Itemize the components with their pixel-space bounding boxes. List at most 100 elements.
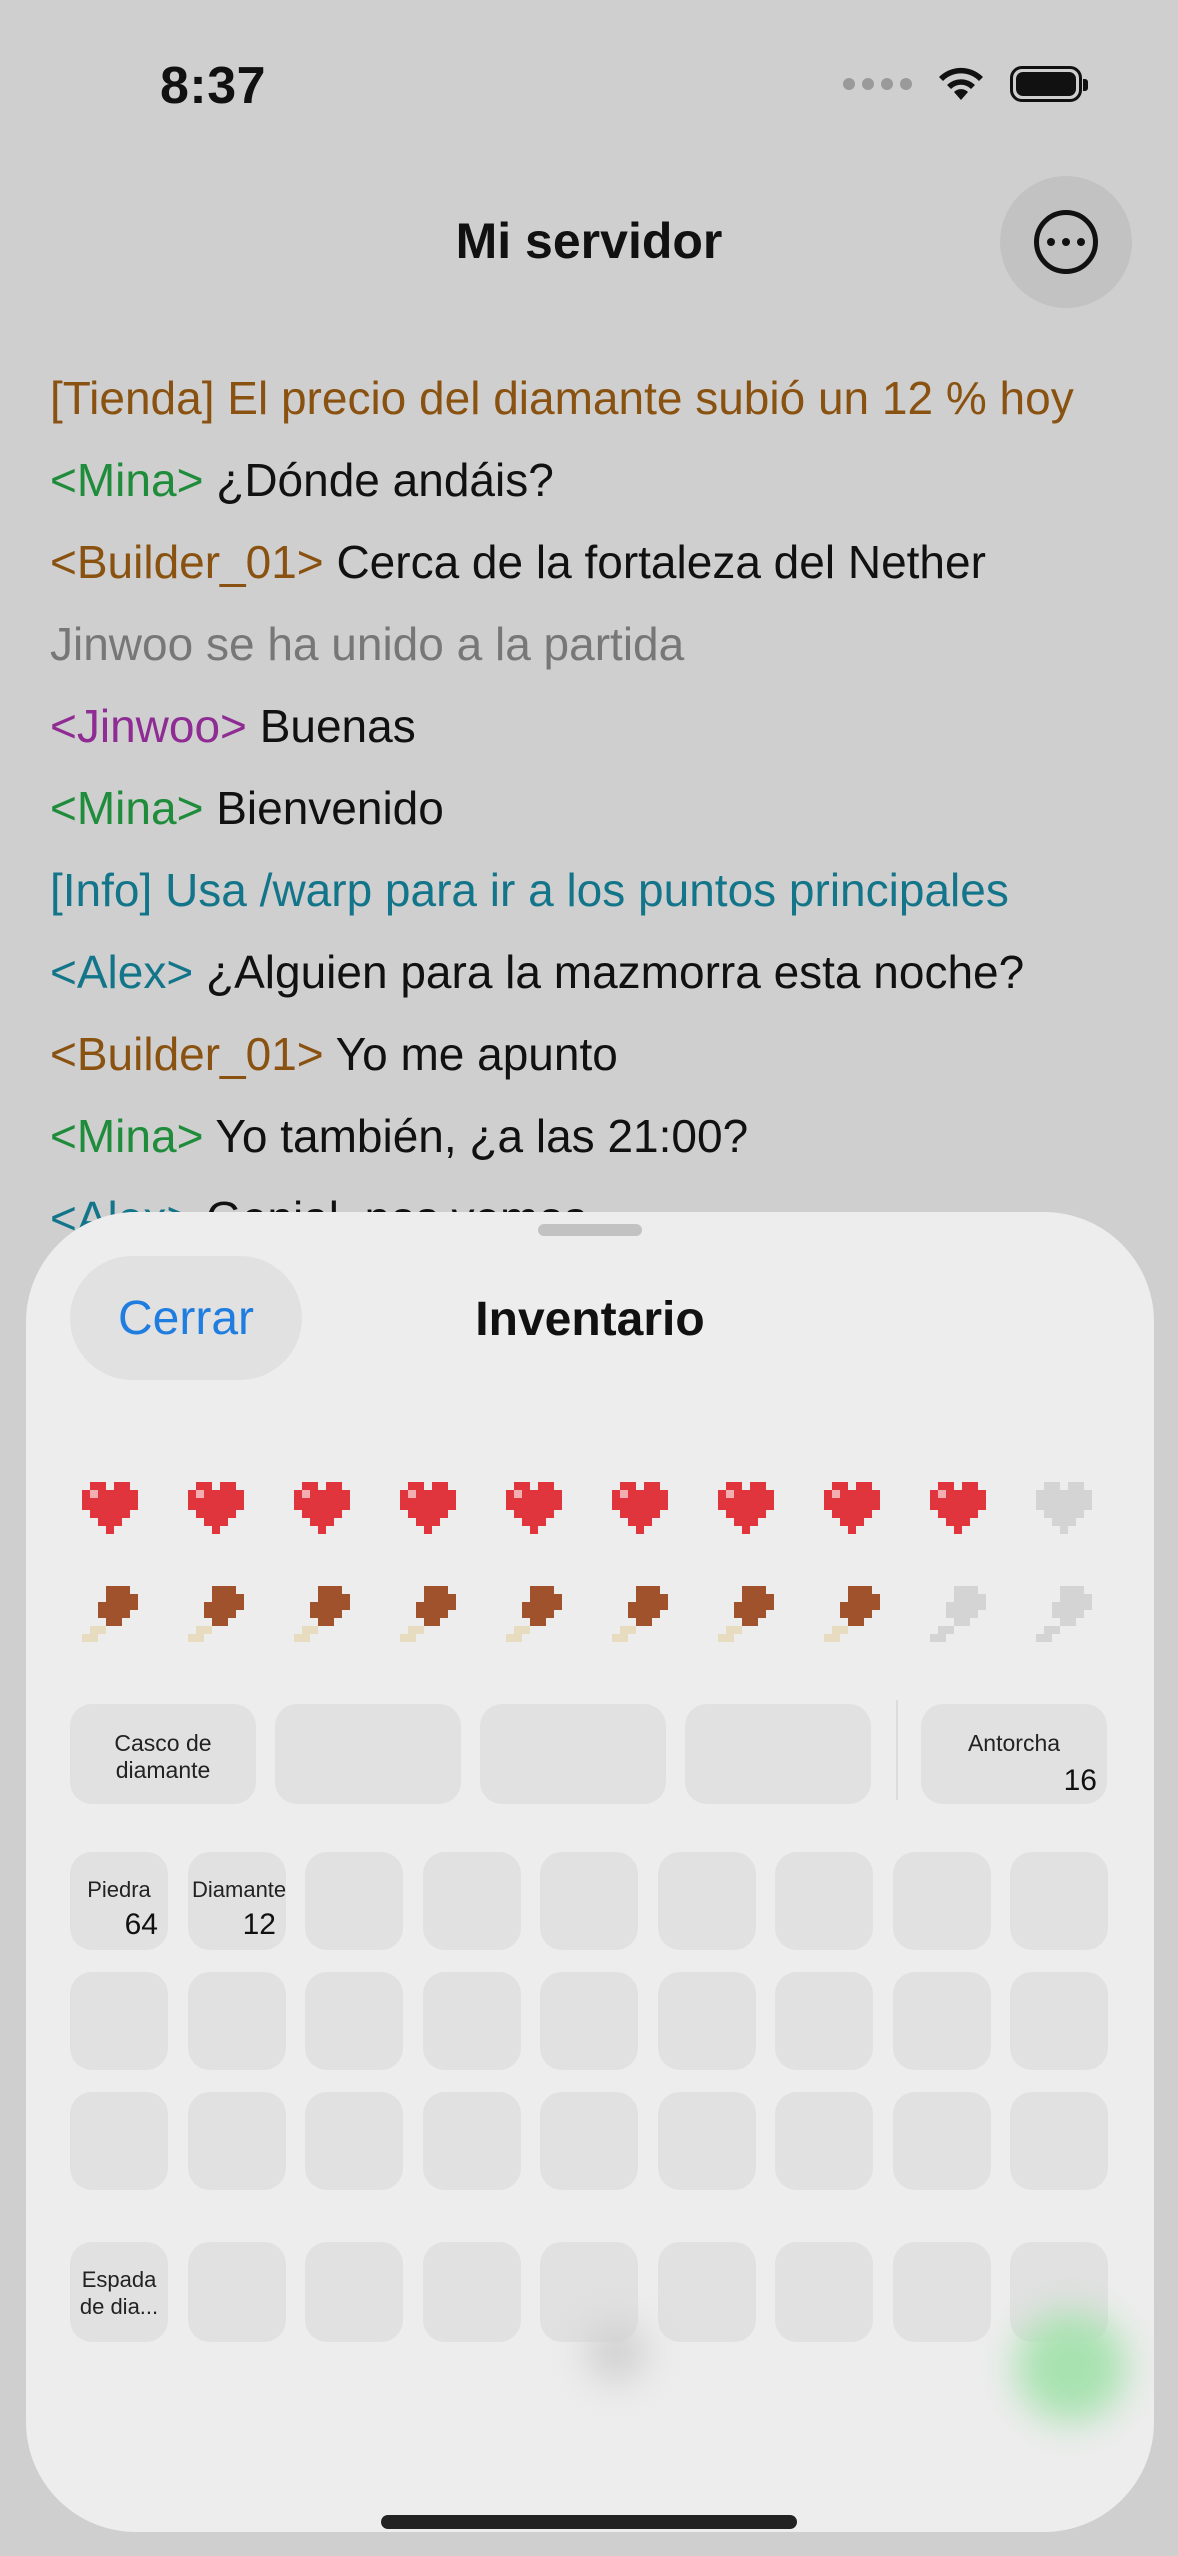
heart-icon: [718, 1482, 774, 1534]
inventory-slot[interactable]: [423, 1852, 521, 1950]
chat-line: <Alex> ¿Alguien para la mazmorra esta no…: [50, 944, 1150, 1026]
inventory-slot[interactable]: [540, 2092, 638, 2190]
blurred-background-element: [586, 2322, 646, 2382]
inventory-slot[interactable]: [775, 1972, 873, 2070]
heart-icon: [188, 1482, 244, 1534]
drumstick-icon: [612, 1586, 668, 1642]
heart-icon: [294, 1482, 350, 1534]
chat-log: [Tienda] El precio del diamante subió un…: [50, 370, 1150, 1272]
chat-sender: [Tienda]: [50, 372, 228, 424]
chat-line: <Builder_01> Yo me apunto: [50, 1026, 1150, 1108]
chat-line: Jinwoo se ha unido a la partida: [50, 616, 1150, 698]
chat-line: <Builder_01> Cerca de la fortaleza del N…: [50, 534, 1150, 616]
inventory-slot[interactable]: [775, 1852, 873, 1950]
drumstick-icon: [188, 1586, 244, 1642]
inventory-slot[interactable]: [1010, 1852, 1108, 1950]
inventory-slot[interactable]: [658, 2092, 756, 2190]
item-name: Piedra: [87, 1877, 151, 1902]
hotbar-slot[interactable]: [423, 2242, 521, 2342]
inventory-slot[interactable]: [70, 1972, 168, 2070]
more-button[interactable]: [1000, 176, 1132, 308]
hotbar-slot[interactable]: Espada de dia...: [70, 2242, 168, 2342]
inventory-slot[interactable]: Piedra 64: [70, 1852, 168, 1950]
hunger-bar: [74, 1578, 1100, 1650]
item-name: Casco de diamante: [114, 1730, 212, 1783]
item-count: 16: [1063, 1764, 1097, 1797]
armor-slot[interactable]: [480, 1704, 666, 1804]
hotbar-slot[interactable]: [893, 2242, 991, 2342]
chat-sender: [Info]: [50, 864, 166, 916]
inventory-slot[interactable]: [893, 1972, 991, 2070]
heart-icon: [824, 1482, 880, 1534]
chat-message: Yo también, ¿a las 21:00?: [203, 1110, 749, 1162]
inventory-slot[interactable]: [775, 2092, 873, 2190]
inventory-sheet: Cerrar Inventario Casco de diamante Antor…: [26, 1212, 1154, 2532]
armor-slot[interactable]: [275, 1704, 461, 1804]
status-time: 8:37: [160, 57, 267, 115]
hotbar-slot[interactable]: [305, 2242, 403, 2342]
inventory-slot[interactable]: [540, 1852, 638, 1950]
inventory-slot[interactable]: [305, 2092, 403, 2190]
item-count: 12: [242, 1908, 276, 1941]
inventory-slot[interactable]: Diamante 12: [188, 1852, 286, 1950]
item-name: Antorcha: [967, 1730, 1061, 1756]
drumstick-empty-icon: [930, 1586, 986, 1642]
inventory-slot[interactable]: [893, 1852, 991, 1950]
drumstick-icon: [294, 1586, 350, 1642]
drumstick-icon: [506, 1586, 562, 1642]
chat-message: Bienvenido: [203, 782, 444, 834]
drumstick-icon: [718, 1586, 774, 1642]
chat-sender: <Mina>: [50, 454, 204, 506]
chat-line: [Tienda] El precio del diamante subió un…: [50, 370, 1150, 452]
chat-line: <Jinwoo> Buenas: [50, 698, 1150, 780]
hotbar-slot[interactable]: [775, 2242, 873, 2342]
chat-line: <Mina> Bienvenido: [50, 780, 1150, 862]
chat-sender: <Mina>: [50, 782, 204, 834]
wifi-icon: [939, 67, 983, 100]
battery-icon: [1010, 66, 1088, 102]
chat-message: ¿Alguien para la mazmorra esta noche?: [193, 946, 1025, 998]
home-indicator: [381, 2515, 797, 2529]
inventory-slot[interactable]: [70, 2092, 168, 2190]
inventory-slot[interactable]: [658, 1972, 756, 2070]
inventory-slot[interactable]: [305, 1852, 403, 1950]
heart-icon: [400, 1482, 456, 1534]
inventory-slot[interactable]: [188, 2092, 286, 2190]
inventory-slot[interactable]: [305, 1972, 403, 2070]
chat-sender: <Builder_01>: [50, 1028, 324, 1080]
chat-line: <Mina> ¿Dónde andáis?: [50, 452, 1150, 534]
hotbar-slot[interactable]: [188, 2242, 286, 2342]
inventory-slot[interactable]: [658, 1852, 756, 1950]
chat-message: Usa /warp para ir a los puntos principal…: [165, 864, 1009, 916]
inventory-slot[interactable]: [893, 2092, 991, 2190]
chat-sender: <Mina>: [50, 1110, 204, 1162]
heart-icon: [612, 1482, 668, 1534]
cellular-signal-icon: [843, 78, 912, 90]
chat-message: El precio del diamante subió un 12 % hoy: [227, 372, 1074, 424]
drumstick-icon: [82, 1586, 138, 1642]
chat-message: Jinwoo se ha unido a la partida: [50, 618, 685, 670]
inventory-slot[interactable]: [423, 2092, 521, 2190]
inventory-slot[interactable]: [188, 1972, 286, 2070]
sheet-grabber[interactable]: [538, 1224, 642, 1236]
heart-empty-icon: [1036, 1482, 1092, 1534]
heart-icon: [506, 1482, 562, 1534]
hotbar-slot[interactable]: [658, 2242, 756, 2342]
armor-slot[interactable]: [685, 1704, 871, 1804]
offhand-divider: [896, 1700, 898, 1800]
blurred-background-element: [1016, 2312, 1126, 2422]
chat-sender: <Alex>: [50, 946, 194, 998]
chat-sender: <Builder_01>: [50, 536, 324, 588]
inventory-slot[interactable]: [1010, 2092, 1108, 2190]
inventory-slot[interactable]: [423, 1972, 521, 2070]
offhand-slot[interactable]: Antorcha 16: [921, 1704, 1107, 1804]
ellipsis-circle-icon: [1034, 210, 1098, 274]
chat-message: Yo me apunto: [323, 1028, 618, 1080]
chat-message: Buenas: [246, 700, 416, 752]
sheet-title: Inventario: [475, 1293, 705, 1346]
drumstick-empty-icon: [1036, 1586, 1092, 1642]
chat-message: Cerca de la fortaleza del Nether: [323, 536, 986, 588]
inventory-slot[interactable]: [540, 1972, 638, 2070]
inventory-slot[interactable]: [1010, 1972, 1108, 2070]
armor-slot[interactable]: Casco de diamante: [70, 1704, 256, 1804]
